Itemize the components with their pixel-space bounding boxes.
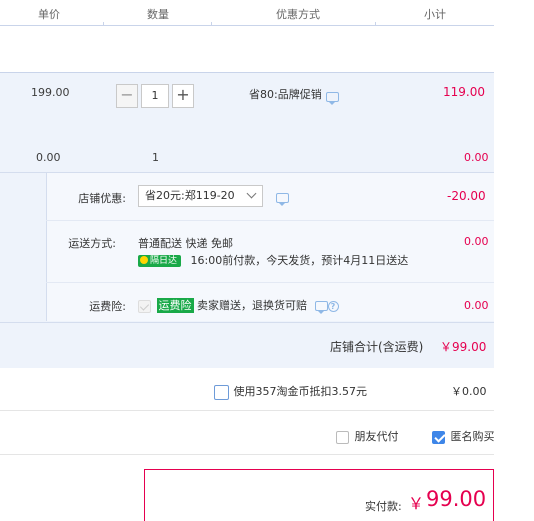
chat-icon[interactable] (325, 92, 339, 105)
header-unit-price: 单价 (38, 8, 60, 21)
coupon-label: 店铺优惠: (78, 192, 126, 205)
pay-amount: 99.00 (426, 487, 487, 511)
divider (0, 454, 494, 455)
decrease-quantity-button[interactable]: − (116, 84, 138, 108)
item1-subtotal: 119.00 (443, 85, 485, 99)
shop-total-value: ￥99.00 (440, 340, 487, 354)
header-discount: 优惠方式 (276, 8, 320, 21)
coins-option[interactable]: 使用357淘金币抵扣3.57元 (214, 383, 367, 400)
item2-quantity: 1 (152, 151, 159, 164)
friend-pay-label: 朋友代付 (354, 430, 399, 443)
pay-label: 实付款: (365, 500, 402, 513)
insurance-label: 运费险: (89, 300, 126, 313)
cart-table-header: 单价 数量 优惠方式 小计 (0, 0, 494, 26)
chat-icon[interactable] (276, 193, 289, 206)
coupon-select-value: 省20元:郑119-20 (145, 189, 235, 202)
insurance-checkbox (138, 299, 151, 313)
coins-checkbox[interactable] (214, 384, 229, 400)
next-day-badge-text: 隔日达 (150, 256, 178, 266)
chevron-down-icon (246, 188, 257, 199)
header-divider (375, 22, 376, 26)
shop-total-label: 店铺合计(含运费) (330, 340, 424, 354)
header-quantity: 数量 (147, 8, 169, 21)
header-divider (211, 22, 212, 26)
friend-pay-checkbox[interactable] (336, 430, 349, 444)
divider (46, 282, 494, 283)
quantity-input[interactable]: 1 (141, 84, 169, 108)
shipping-label: 运送方式: (68, 237, 116, 250)
coupon-select[interactable]: 省20元:郑119-20 (138, 185, 263, 207)
coins-label: 使用357淘金币抵扣3.57元 (233, 385, 368, 398)
anonymous-label: 匿名购买 (450, 430, 495, 443)
quantity-stepper: − 1 + (116, 84, 194, 108)
coins-value: ￥0.00 (451, 385, 487, 398)
divider (46, 220, 494, 221)
item1-unit-price: 199.00 (31, 86, 70, 99)
shipping-method: 普通配送 快递 免邮 (138, 237, 233, 250)
header-divider (103, 22, 104, 26)
next-day-badge: 隔日达 (138, 255, 182, 267)
insurance-badge: 运费险 (156, 298, 194, 313)
insurance-row: 运费险 卖家赠送，退换货可赔 ? (138, 297, 339, 314)
item1-discount-text: 省80:品牌促销 (249, 88, 322, 101)
insurance-amount: 0.00 (464, 299, 489, 312)
clock-icon (140, 256, 148, 264)
divider (0, 410, 494, 411)
chat-icon[interactable] (314, 301, 328, 314)
pay-currency: ￥ (408, 494, 425, 513)
anonymous-option[interactable]: 匿名购买 (432, 428, 495, 444)
coupon-amount: -20.00 (447, 189, 486, 203)
increase-quantity-button[interactable]: + (172, 84, 194, 108)
header-subtotal: 小计 (424, 8, 446, 21)
anonymous-checkbox[interactable] (432, 430, 445, 444)
item2-unit-price: 0.00 (36, 151, 61, 164)
shipping-note: 16:00前付款，今天发货，预计4月11日送达 (190, 254, 409, 267)
shipping-eta: 隔日达 16:00前付款，今天发货，预计4月11日送达 (138, 252, 408, 268)
item1-discount: 省80:品牌促销 (249, 86, 339, 105)
friend-pay-option[interactable]: 朋友代付 (336, 428, 399, 444)
insurance-note: 卖家赠送，退换货可赔 (197, 299, 307, 312)
help-icon[interactable]: ? (327, 300, 339, 312)
shipping-amount: 0.00 (464, 235, 489, 248)
item2-subtotal: 0.00 (464, 151, 489, 164)
